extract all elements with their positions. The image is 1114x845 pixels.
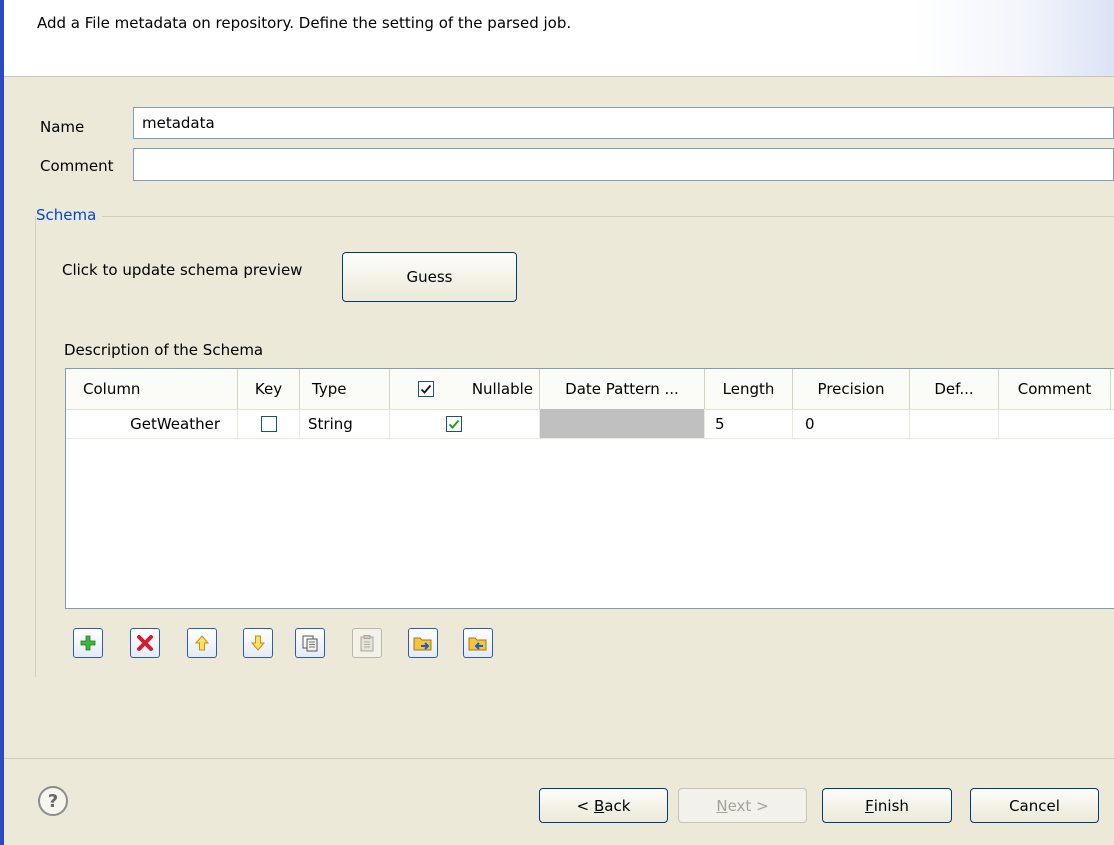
add-icon (80, 635, 96, 651)
next-mnemonic: N (716, 796, 728, 815)
comment-label: Comment (40, 157, 114, 175)
column-header-default[interactable]: Def... (910, 369, 999, 409)
paste-icon (360, 635, 374, 652)
cell-column[interactable]: GetWeather (66, 409, 238, 438)
name-input[interactable] (133, 107, 1114, 139)
check-icon (420, 384, 432, 394)
copy-button[interactable] (295, 628, 325, 658)
remove-row-button[interactable] (130, 628, 160, 658)
nullable-checkbox[interactable] (446, 415, 462, 432)
footer-separator (4, 758, 1114, 759)
next-label: ext > (727, 796, 769, 815)
nullable-select-all-checkbox[interactable] (418, 381, 434, 397)
add-row-button[interactable] (73, 628, 103, 658)
schema-group-title: Schema (36, 206, 103, 224)
finish-mnemonic: F (865, 796, 874, 815)
update-preview-label: Click to update schema preview (62, 261, 303, 279)
move-down-icon (250, 635, 266, 651)
comment-input[interactable] (133, 148, 1114, 181)
column-header-column[interactable]: Column (66, 369, 238, 409)
schema-description-label: Description of the Schema (64, 341, 264, 359)
name-label: Name (40, 118, 85, 136)
column-header-length[interactable]: Length (705, 369, 793, 409)
column-header-type[interactable]: Type (300, 369, 390, 409)
cancel-button[interactable]: Cancel (970, 788, 1099, 823)
cancel-label: Cancel (1009, 796, 1060, 815)
column-header-key[interactable]: Key (238, 369, 300, 409)
remove-icon (137, 635, 153, 651)
header-message: Add a File metadata on repository. Defin… (37, 14, 572, 32)
move-up-button[interactable] (187, 628, 217, 658)
cell-type[interactable]: String (300, 409, 390, 438)
column-header-nullable[interactable]: Nullable (456, 369, 540, 409)
cell-comment[interactable] (999, 409, 1114, 438)
header-gradient (914, 0, 1114, 76)
table-row[interactable]: GetWeather String 5 0 (66, 409, 1114, 439)
back-prefix: < (576, 796, 594, 815)
guess-button[interactable]: Guess (342, 252, 517, 302)
column-header-precision[interactable]: Precision (793, 369, 910, 409)
column-header-comment[interactable]: Comment (999, 369, 1111, 409)
paste-button[interactable] (352, 628, 382, 658)
next-button[interactable]: Next > (678, 788, 807, 823)
schema-table[interactable]: Column Key Type Nullable Date Pattern ..… (65, 368, 1114, 609)
move-down-button[interactable] (243, 628, 273, 658)
wizard-header: Add a File metadata on repository. Defin… (4, 0, 1114, 77)
guess-button-label: Guess (406, 268, 453, 286)
copy-icon (302, 635, 318, 652)
export-icon (468, 637, 487, 651)
cell-date-pattern[interactable] (540, 409, 705, 438)
window-left-edge (0, 0, 4, 845)
back-label: ack (604, 796, 631, 815)
finish-label: inish (873, 796, 909, 815)
help-icon[interactable]: ? (38, 786, 68, 816)
finish-button[interactable]: Finish (822, 788, 952, 823)
cell-length[interactable]: 5 (705, 409, 793, 438)
cell-key (238, 409, 300, 438)
back-button[interactable]: < Back (539, 788, 668, 823)
check-icon (448, 419, 460, 429)
import-icon (413, 637, 432, 651)
cell-precision[interactable]: 0 (793, 409, 910, 438)
import-button[interactable] (408, 628, 438, 658)
cell-default[interactable] (910, 409, 999, 438)
column-header-date-pattern[interactable]: Date Pattern ... (540, 369, 705, 409)
move-up-icon (194, 635, 210, 651)
table-header: Column Key Type Nullable Date Pattern ..… (66, 369, 1114, 410)
back-mnemonic: B (593, 796, 605, 815)
export-button[interactable] (463, 628, 493, 658)
key-checkbox[interactable] (260, 415, 277, 432)
cell-nullable (390, 409, 540, 438)
